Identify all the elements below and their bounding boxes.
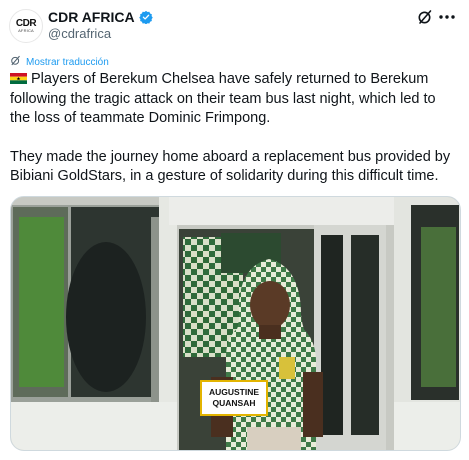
translate-link[interactable]: Mostrar traducción xyxy=(10,55,109,69)
caption-line-1: AUGUSTINE xyxy=(208,387,260,397)
avatar-logo-text: CDR xyxy=(15,18,37,29)
tweet-paragraph-1: Players of Berekum Chelsea have safely r… xyxy=(10,70,458,129)
author-name-row: CDR AFRICA xyxy=(48,9,153,25)
verified-badge-icon xyxy=(138,10,153,24)
translate-icon xyxy=(10,55,21,69)
video-caption-lower-third: AUGUSTINE QUANSAH xyxy=(200,380,268,416)
account-avatar[interactable]: CDR AFRICA xyxy=(9,9,43,43)
tweet-paragraph-2: They made the journey home aboard a repl… xyxy=(10,148,451,185)
ghana-flag-icon xyxy=(10,71,27,84)
tweet-text: Players of Berekum Chelsea have safely r… xyxy=(10,70,458,187)
tweet-paragraph-1-text: Players of Berekum Chelsea have safely r… xyxy=(10,71,436,126)
translate-label[interactable]: Mostrar traducción xyxy=(26,57,109,68)
more-horizontal-icon[interactable] xyxy=(437,9,457,25)
author-name[interactable]: CDR AFRICA xyxy=(48,9,135,25)
tweet-video[interactable]: AUGUSTINE QUANSAH xyxy=(10,196,461,451)
grok-slash-icon[interactable] xyxy=(417,9,433,25)
avatar-logo-subtext: AFRICA xyxy=(18,28,34,33)
caption-line-2: QUANSAH xyxy=(212,398,256,408)
author-handle[interactable]: @cdrafrica xyxy=(48,26,111,41)
